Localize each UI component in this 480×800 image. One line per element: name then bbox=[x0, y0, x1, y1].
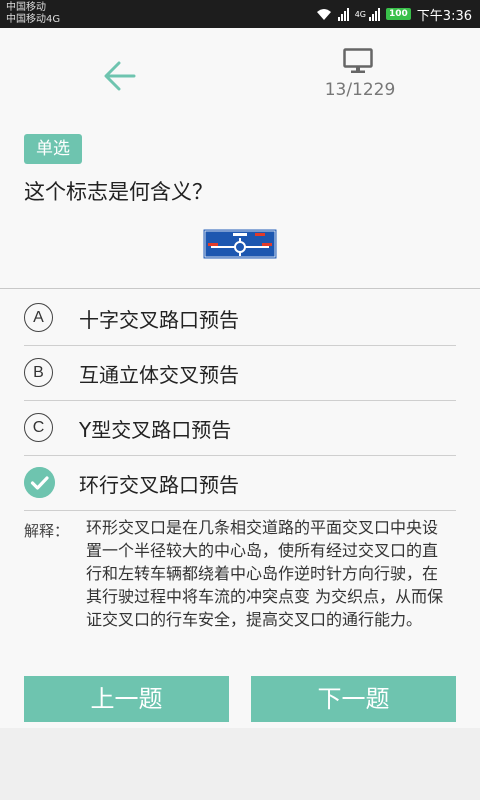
signal-icon-2 bbox=[369, 7, 380, 21]
option-c-marker: C bbox=[24, 413, 53, 442]
top-bar: 13/1229 bbox=[0, 28, 480, 128]
option-a-text: 十字交叉路口预告 bbox=[79, 308, 239, 332]
divider bbox=[0, 288, 480, 289]
prev-question-button[interactable]: 上一题 bbox=[24, 676, 229, 722]
status-time: 下午3:36 bbox=[416, 8, 472, 24]
question-text: 这个标志是何含义？ bbox=[24, 180, 213, 204]
carrier-name-2: 中国移动4G bbox=[6, 14, 61, 25]
question-content: 单选 这个标志是何含义？ A 十字交叉路口预告 B 互通立体交叉预告 C Y型交… bbox=[0, 128, 480, 728]
monitor-icon[interactable] bbox=[343, 48, 373, 74]
wifi-icon bbox=[316, 8, 331, 20]
status-icons: 4G 100 下午3:36 bbox=[316, 4, 472, 24]
option-a[interactable]: A 十字交叉路口预告 bbox=[24, 291, 456, 346]
carrier-info: 中国移动 中国移动4G bbox=[6, 2, 60, 26]
option-b-text: 互通立体交叉预告 bbox=[79, 363, 239, 387]
explanation-text: 环形交叉口是在几条相交道路的平面交叉口中央设置一个半径较大的中心岛，使所有经过交… bbox=[86, 518, 444, 629]
option-d-text: 环行交叉路口预告 bbox=[79, 473, 239, 497]
roundabout-sign-image bbox=[203, 229, 277, 259]
signal-icon bbox=[337, 7, 349, 21]
option-a-marker: A bbox=[24, 303, 53, 332]
option-b[interactable]: B 互通立体交叉预告 bbox=[24, 346, 456, 401]
option-c-text: Y型交叉路口预告 bbox=[79, 418, 232, 442]
option-c[interactable]: C Y型交叉路口预告 bbox=[24, 401, 456, 456]
carrier-name-1: 中国移动 bbox=[6, 2, 46, 13]
explanation-label: 解释： bbox=[24, 522, 70, 540]
network-type: 4G bbox=[354, 9, 366, 19]
arrow-left-icon[interactable] bbox=[100, 56, 140, 96]
check-icon bbox=[24, 467, 55, 498]
status-bar: 中国移动 中国移动4G 4G 100 下午3:36 bbox=[0, 0, 480, 28]
question-counter: 13/1229 bbox=[324, 80, 396, 100]
question-type-badge: 单选 bbox=[24, 134, 82, 164]
bottom-area bbox=[0, 728, 480, 800]
battery-icon: 100 bbox=[386, 8, 411, 20]
option-b-marker: B bbox=[24, 358, 53, 387]
option-d[interactable]: 环行交叉路口预告 bbox=[24, 456, 456, 511]
next-question-button[interactable]: 下一题 bbox=[251, 676, 456, 722]
